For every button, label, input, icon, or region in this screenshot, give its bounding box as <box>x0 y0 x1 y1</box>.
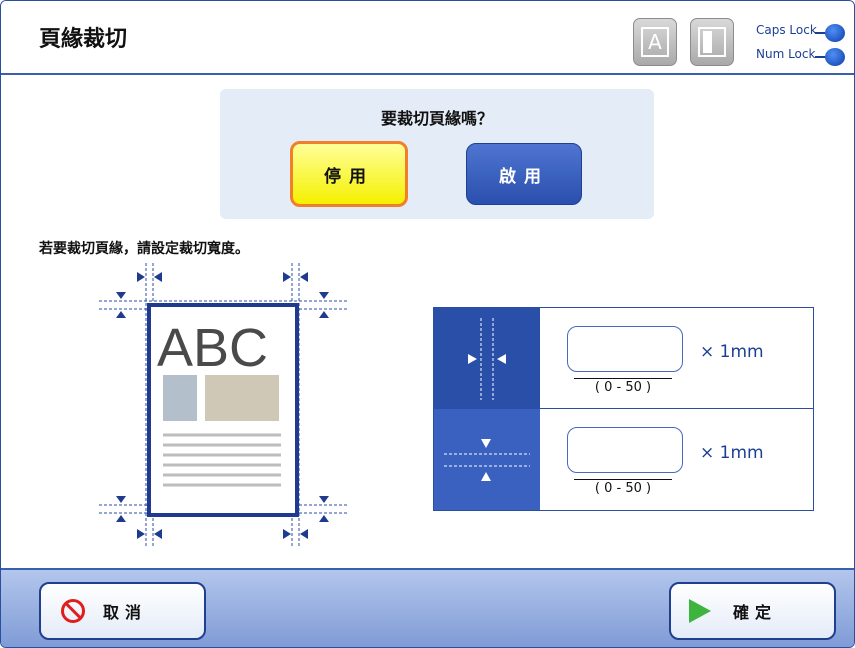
horizontal-margin-unit: × 1mm <box>700 342 764 362</box>
vertical-margin-unit: × 1mm <box>700 443 764 463</box>
cancel-icon <box>61 599 85 623</box>
vertical-margin-icon <box>434 409 540 510</box>
question-panel: 要裁切頁緣嗎？ 停用 啟用 <box>220 89 654 219</box>
vertical-margin-input[interactable] <box>567 427 683 473</box>
footer-bar: 取消 確定 <box>1 568 854 647</box>
horizontal-margin-row: × 1mm ( 0 - 50 ) <box>434 308 813 409</box>
caps-lock-indicator-icon <box>825 24 845 42</box>
diagram-sample-text: ABC <box>157 318 268 378</box>
vertical-margin-row: × 1mm ( 0 - 50 ) <box>434 409 813 510</box>
enable-button[interactable]: 啟用 <box>466 143 582 205</box>
question-text: 要裁切頁緣嗎？ <box>380 109 493 128</box>
instruction-text: 若要裁切頁緣，請設定裁切寬度。 <box>39 241 249 257</box>
horizontal-margin-range: ( 0 - 50 ) <box>574 378 672 395</box>
cancel-button-label: 取消 <box>103 603 148 622</box>
page-title: 頁緣裁切 <box>39 27 128 52</box>
keyboard-a-icon[interactable]: A <box>633 18 677 66</box>
header-bar: 頁緣裁切 A Caps Lock Num Lock <box>1 1 854 75</box>
horizontal-margin-icon <box>434 308 540 409</box>
keyboard-a-label: A <box>641 27 669 57</box>
margin-settings-table: × 1mm ( 0 - 50 ) × 1mm ( 0 - 50 ) <box>433 307 814 511</box>
keyboard-layout-icon[interactable] <box>690 18 734 66</box>
vertical-margin-range: ( 0 - 50 ) <box>574 479 672 496</box>
num-lock-indicator-icon <box>825 48 845 66</box>
app-window: 頁緣裁切 A Caps Lock Num Lock 要裁切頁緣嗎？ 停用 啟用 … <box>0 0 855 648</box>
disable-button[interactable]: 停用 <box>290 141 408 207</box>
horizontal-margin-input[interactable] <box>567 326 683 372</box>
caps-lock-label: Caps Lock <box>756 23 817 37</box>
page-margin-diagram: ABC <box>99 263 349 548</box>
num-lock-label: Num Lock <box>756 47 816 61</box>
cancel-button[interactable]: 取消 <box>39 582 206 640</box>
ok-button[interactable]: 確定 <box>669 582 836 640</box>
ok-arrow-icon <box>689 599 711 623</box>
ok-button-label: 確定 <box>733 603 778 622</box>
